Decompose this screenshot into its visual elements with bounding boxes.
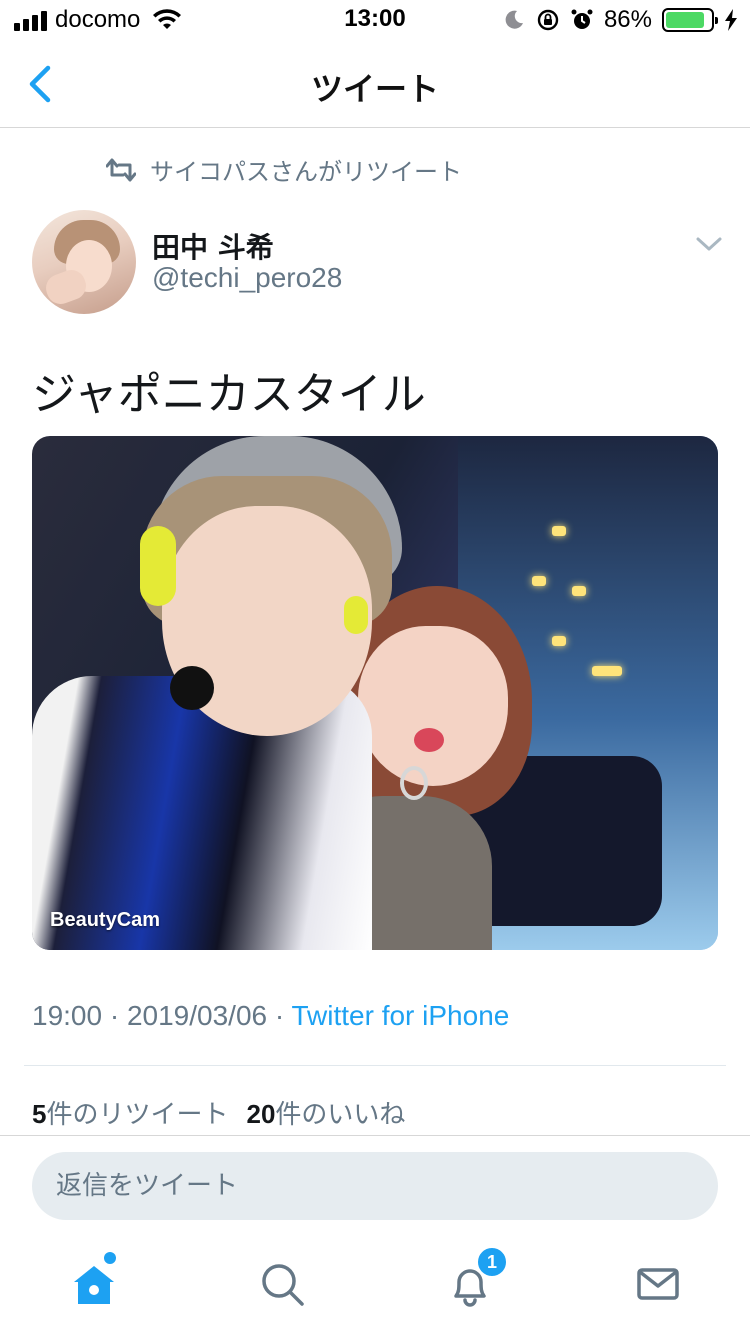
author-handle[interactable]: @techi_pero28	[152, 262, 342, 294]
moon-icon	[505, 10, 523, 29]
home-icon	[74, 1266, 114, 1304]
retweet-stat[interactable]: 5件のリツイート	[32, 1099, 229, 1130]
divider	[24, 1065, 726, 1066]
page-title: ツイート	[310, 70, 439, 108]
chevron-down-icon[interactable]	[694, 232, 724, 256]
battery-percent: 86%	[603, 6, 652, 33]
status-bar: docomo 13:00 86%	[0, 0, 750, 40]
avatar[interactable]	[32, 210, 136, 314]
like-stat-label: 件のいいね	[275, 1100, 406, 1130]
tab-messages[interactable]	[634, 1260, 682, 1308]
retweet-icon	[106, 158, 136, 181]
alarm-icon	[571, 9, 593, 29]
retweet-stat-label: 件のリツイート	[46, 1100, 229, 1130]
tweet-source-link[interactable]: Twitter for iPhone	[291, 1000, 509, 1031]
tab-bar: 1	[0, 1236, 750, 1334]
charging-icon	[725, 9, 737, 31]
author-name[interactable]: 田中 斗希	[152, 226, 274, 266]
notification-badge: 1	[476, 1246, 508, 1278]
tweet-text: ジャポニカスタイル	[32, 369, 426, 420]
messages-icon	[637, 1268, 679, 1300]
tab-notifications[interactable]: 1	[446, 1246, 508, 1308]
tweet-stats: 5件のリツイート 20件のいいね	[32, 1094, 405, 1131]
nav-bar: ツイート	[0, 40, 750, 128]
photo-watermark: BeautyCam	[50, 909, 161, 931]
home-new-dot	[104, 1252, 116, 1264]
like-stat[interactable]: 20件のいいね	[246, 1099, 406, 1130]
like-count: 20	[246, 1099, 276, 1129]
search-icon	[262, 1264, 304, 1306]
tab-home[interactable]	[70, 1252, 118, 1308]
retweet-banner-text: サイコパスさんがリツイート	[150, 158, 462, 186]
tweet-timestamp: 19:00 · 2019/03/06 ·	[32, 1000, 292, 1031]
reply-input[interactable]	[32, 1152, 718, 1220]
tweet-meta: 19:00 · 2019/03/06 · Twitter for iPhone	[32, 1000, 509, 1032]
orientation-lock-icon	[537, 9, 559, 31]
tab-search[interactable]	[258, 1260, 306, 1308]
battery-icon	[662, 8, 718, 32]
reply-box[interactable]	[32, 1152, 718, 1220]
tweet-photo[interactable]: BeautyCam	[32, 436, 718, 950]
retweet-banner[interactable]: サイコパスさんがリツイート	[106, 152, 462, 187]
divider	[0, 1135, 750, 1136]
retweet-count: 5	[32, 1099, 47, 1129]
battery-level	[666, 12, 704, 28]
